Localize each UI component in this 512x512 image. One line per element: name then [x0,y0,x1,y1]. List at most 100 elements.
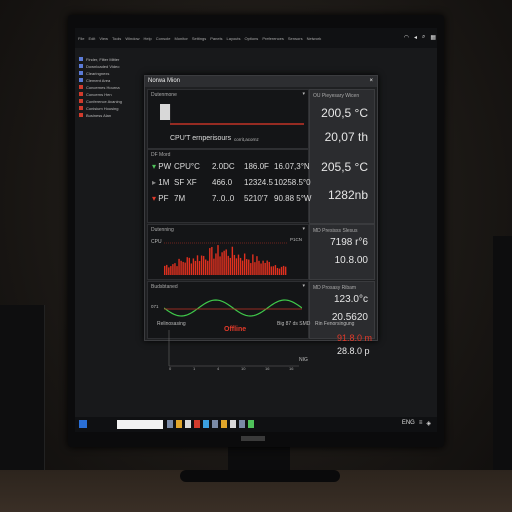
temp-graph [170,104,304,125]
chevron-down-icon[interactable]: ▾ [302,283,305,289]
grid-icon[interactable]: ▦ [430,34,436,41]
table-cell: 16.07,3°N [274,162,310,171]
desktop-item[interactable]: Concerns Hen [79,91,139,97]
menu-item[interactable]: Monitor [174,36,187,41]
app-icon[interactable] [248,420,254,428]
menu-bar: File Edit View Tools Window Help Console… [75,28,437,48]
menu-item[interactable]: File [78,36,84,41]
activity-bar [256,256,258,275]
activity-bar [270,266,272,275]
activity-bar [198,260,201,275]
notification-icon[interactable]: ◈ [426,420,431,427]
app-icon [79,106,83,110]
taskbar-search-input[interactable] [117,420,163,429]
menu-item[interactable]: Window [125,36,139,41]
status-icon: ▸ [152,178,157,187]
activity-bar [254,262,256,275]
status-icons: ◠ ◂ ⌕ ▦ [404,34,436,41]
right-speaker [493,236,512,476]
stat-value: 200,5 °C [321,106,368,120]
menu-item[interactable]: Network [307,36,322,41]
activity-bar [246,259,248,275]
chevron-down-icon[interactable]: ▾ [302,91,305,97]
desktop-item[interactable]: Downloaded Video [79,63,139,69]
stat-value: 10.8.00 [334,255,368,266]
menu-item[interactable]: Sensors [288,36,303,41]
desktop-item[interactable]: Clement Area [79,77,139,83]
menu-item[interactable]: Edit [88,36,95,41]
stat-value: 1282nb [327,188,368,202]
activity-bar [235,258,238,275]
axis-label: P1CN [289,237,302,242]
start-icon[interactable] [79,420,87,428]
tick-label: 16 [289,366,294,371]
app-icon [79,85,83,89]
activity-bars [164,242,288,275]
desktop-item[interactable]: Concernes Hourna [79,84,139,90]
app-icon [79,92,83,96]
activity-bar [282,265,285,275]
status-icon: ▾ [152,162,157,171]
app-icon[interactable] [185,420,191,428]
language-indicator[interactable]: ENG [402,420,415,427]
table-cell: 2.0DC [212,162,235,171]
activity-bar [184,262,186,275]
menu-item[interactable]: Settings [192,36,206,41]
desktop-item[interactable]: Clearingnexs [79,70,139,76]
menu-item[interactable]: Layouts [227,36,241,41]
window-title: Norwa Mion [148,78,181,84]
stat-value: 20,07 th [324,130,368,144]
desktop-item-label: Concernes Hourna [86,84,120,90]
taskbar-apps [167,420,254,428]
activity-bar [172,264,174,275]
stat-value: 205,5 °C [321,160,368,174]
status-icon: ▾ [152,194,157,203]
menu-item[interactable]: Tools [112,36,121,41]
app-icon[interactable] [230,420,236,428]
menu-item[interactable]: Console [156,36,171,41]
activity-bar [262,260,264,275]
table-cell: 466.0 [212,178,233,187]
activity-bar [186,257,188,275]
close-icon[interactable]: × [369,78,373,84]
window-titlebar[interactable]: Norwa Mion × [145,76,377,87]
lower-middle-label: Big 87 ds SMD [277,321,311,327]
table-cell: 186.0F [244,162,269,171]
activity-bar [168,267,170,275]
lower-tag: NIG [299,357,308,363]
app-icon[interactable] [212,420,218,428]
panel-title: Dutenning [151,227,174,233]
menu-item[interactable]: View [99,36,108,41]
desktop-item[interactable]: Finder, Filter Mitter [79,56,139,62]
activity-bar [211,246,213,275]
menu-icon[interactable]: ≡ [419,420,423,427]
menu-item[interactable]: Panels [210,36,222,41]
menu-item[interactable]: Preferences [262,36,284,41]
activity-bar [190,263,193,275]
menu-item[interactable]: Help [144,36,152,41]
desktop-item[interactable]: Business Alan [79,112,139,118]
app-icon[interactable] [194,420,200,428]
app-icon[interactable] [221,420,227,428]
app-icon[interactable] [239,420,245,428]
activity-bar [176,266,178,275]
volume-icon[interactable]: ◂ [414,34,417,41]
activity-bar [174,263,176,275]
activity-bar [223,250,225,275]
app-icon[interactable] [203,420,209,428]
search-icon[interactable]: ⌕ [422,34,425,41]
activity-bar [225,249,227,275]
desktop-item[interactable]: Conisium Housing [79,105,139,111]
folder-icon [79,57,83,61]
app-icon[interactable] [167,420,173,428]
activity-bar [280,266,283,275]
wifi-icon[interactable]: ◠ [404,34,409,41]
menu-item[interactable]: Options [245,36,259,41]
bar-graph-panel: Dutenning ▾ CPU P1CN [147,224,309,280]
app-icon[interactable] [176,420,182,428]
desktop-item[interactable]: Conference Avaning [79,98,139,104]
chevron-down-icon[interactable]: ▾ [302,226,305,232]
activity-bar [252,254,254,275]
app-icon [79,99,83,103]
activity-bar [276,267,279,275]
